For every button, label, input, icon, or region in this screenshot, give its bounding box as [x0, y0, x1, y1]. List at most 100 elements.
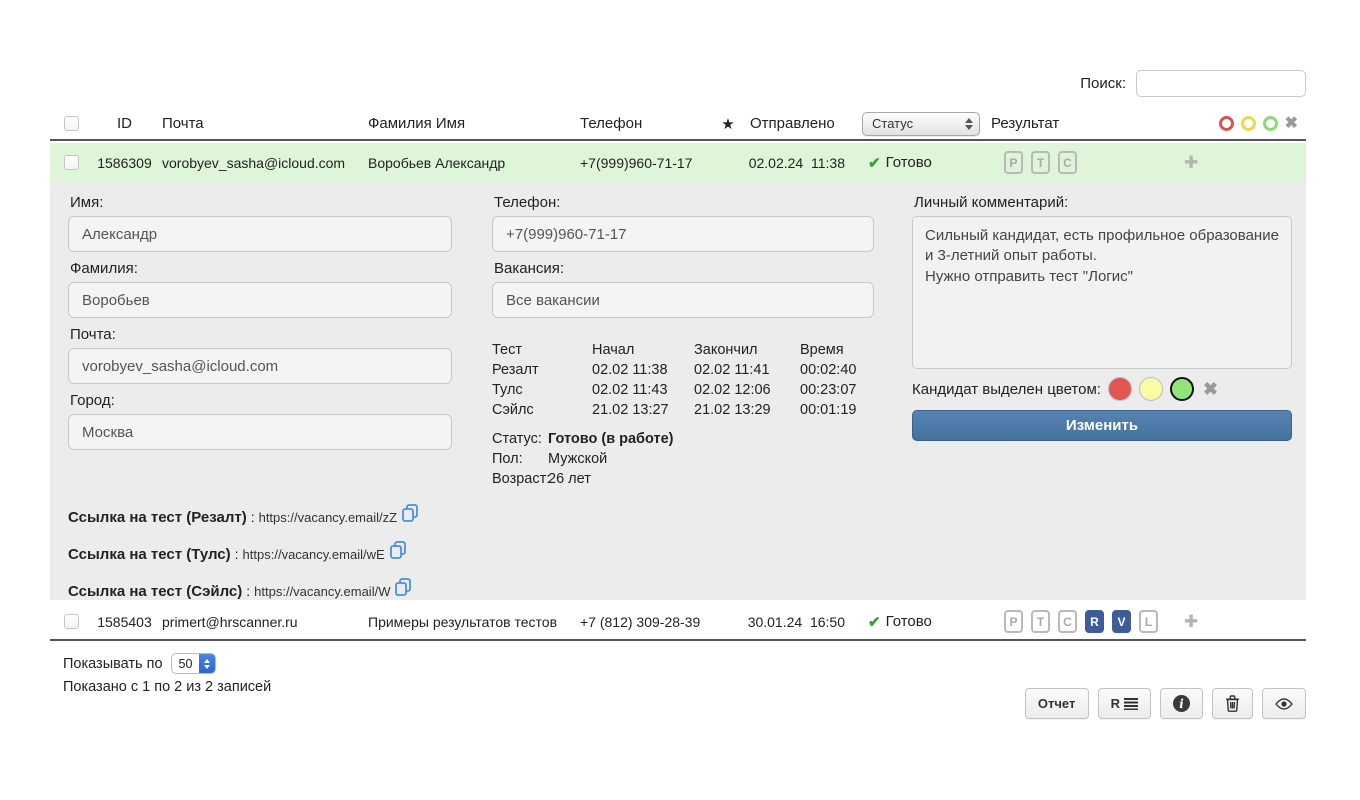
- header-id: ID: [92, 115, 157, 132]
- cell-id: 1585403: [92, 614, 157, 630]
- cell-name: Примеры результатов тестов: [362, 614, 574, 630]
- stepper-arrows-icon: [199, 653, 215, 674]
- test-link-sails: Ссылка на тест (Сэйлс) : https://vacancy…: [68, 580, 452, 602]
- doc-c-icon[interactable]: C: [1058, 610, 1077, 633]
- list-icon: [1124, 697, 1138, 710]
- candidate-row-1586309[interactable]: 1586309 vorobyev_sasha@icloud.com Воробь…: [50, 143, 1306, 182]
- color-filter-group: ✖: [1219, 116, 1306, 132]
- eye-icon: [1275, 698, 1293, 710]
- cell-phone: +7 (812) 309-28-39: [574, 614, 714, 630]
- star-icon[interactable]: ★: [714, 115, 742, 133]
- vacancy-field[interactable]: Все вакансии: [492, 282, 874, 318]
- status-filter-value: Статус: [872, 116, 913, 131]
- filter-yellow-circle[interactable]: [1241, 116, 1256, 131]
- detail-left-column: Имя: Александр Фамилия: Воробьев Почта: …: [68, 192, 452, 617]
- comment-textarea[interactable]: Сильный кандидат, есть профильное образо…: [912, 216, 1292, 369]
- status-value: Готово (в работе): [548, 431, 674, 447]
- name-field[interactable]: Александр: [68, 216, 452, 252]
- copy-icon[interactable]: [400, 503, 420, 523]
- mark-clear-icon[interactable]: ✖: [1203, 380, 1218, 398]
- doc-p-icon[interactable]: P: [1004, 151, 1023, 174]
- candidate-row-1585403[interactable]: 1585403 primert@hrscanner.ru Примеры рез…: [50, 604, 1306, 641]
- city-label: Город:: [70, 392, 452, 409]
- report-button[interactable]: Отчет: [1025, 688, 1089, 719]
- color-label: Кандидат выделен цветом:: [912, 381, 1101, 398]
- per-page-value: 50: [172, 657, 200, 671]
- email-field[interactable]: vorobyev_sasha@icloud.com: [68, 348, 452, 384]
- info-icon: i: [1173, 695, 1190, 712]
- cell-phone: +7(999)960-71-17: [574, 155, 714, 171]
- cell-email: primert@hrscanner.ru: [157, 614, 362, 630]
- tests-row-sails: Сэйлс 21.02 13:27 21.02 13:29 00:01:19: [492, 400, 874, 420]
- test-links: Ссылка на тест (Резалт) : https://vacanc…: [68, 506, 452, 602]
- age-value: 26 лет: [548, 471, 591, 487]
- delete-button[interactable]: [1212, 688, 1253, 719]
- candidate-meta: Статус:Готово (в работе) Пол:Мужской Воз…: [492, 429, 874, 489]
- tests-row-tuls: Тулс 02.02 11:43 02.02 12:06 00:23:07: [492, 380, 874, 400]
- add-test-icon[interactable]: ✚: [1184, 612, 1198, 632]
- gender-value: Мужской: [548, 451, 607, 467]
- doc-v-icon[interactable]: V: [1112, 610, 1131, 633]
- doc-t-icon[interactable]: T: [1031, 610, 1050, 633]
- copy-icon[interactable]: [388, 540, 408, 560]
- per-page-select[interactable]: 50: [171, 653, 217, 674]
- trash-icon: [1225, 695, 1240, 712]
- phone-label: Телефон:: [494, 194, 874, 211]
- status-ready: ✔ Готово: [854, 154, 984, 172]
- detail-right-column: Личный комментарий: Сильный кандидат, ес…: [912, 192, 1292, 441]
- search-input[interactable]: [1136, 70, 1306, 97]
- doc-p-icon[interactable]: P: [1004, 610, 1023, 633]
- copy-icon[interactable]: [393, 577, 413, 597]
- comment-label: Личный комментарий:: [914, 194, 1292, 211]
- status-filter-select[interactable]: Статус: [862, 112, 980, 136]
- link-label: Ссылка на тест (Сэйлс): [68, 583, 242, 600]
- doc-c-icon[interactable]: C: [1058, 151, 1077, 174]
- select-all-checkbox[interactable]: [64, 116, 79, 131]
- gender-label: Пол:: [492, 449, 548, 469]
- mark-yellow-circle[interactable]: [1139, 377, 1163, 401]
- action-buttons: Отчет R i: [1025, 688, 1306, 719]
- phone-field[interactable]: +7(999)960-71-17: [492, 216, 874, 252]
- cell-id: 1586309: [92, 155, 157, 171]
- link-url[interactable]: https://vacancy.email/W: [254, 584, 390, 599]
- cell-sent: 02.02.24 11:38: [742, 155, 854, 171]
- r-list-button[interactable]: R: [1098, 688, 1151, 719]
- name-label: Имя:: [70, 194, 452, 211]
- search-label: Поиск:: [1080, 75, 1126, 92]
- info-button[interactable]: i: [1160, 688, 1203, 719]
- link-url[interactable]: https://vacancy.email/wE: [243, 547, 385, 562]
- email-label: Почта:: [70, 326, 452, 343]
- candidate-management-page: Поиск: ID Почта Фамилия Имя Телефон ★ От…: [0, 0, 1360, 800]
- row-checkbox[interactable]: [64, 155, 79, 170]
- candidate-color-row: Кандидат выделен цветом: ✖: [912, 377, 1292, 401]
- vacancy-label: Вакансия:: [494, 260, 874, 277]
- filter-clear-icon[interactable]: ✖: [1285, 116, 1298, 132]
- test-link-tuls: Ссылка на тест (Тулс) : https://vacancy.…: [68, 543, 452, 565]
- filter-red-circle[interactable]: [1219, 116, 1234, 131]
- cell-email: vorobyev_sasha@icloud.com: [157, 155, 362, 171]
- mark-red-circle[interactable]: [1108, 377, 1132, 401]
- candidate-detail-panel: Имя: Александр Фамилия: Воробьев Почта: …: [50, 182, 1306, 600]
- filter-green-circle[interactable]: [1263, 116, 1278, 131]
- header-email: Почта: [157, 115, 362, 132]
- city-field[interactable]: Москва: [68, 414, 452, 450]
- records-info: Показано с 1 по 2 из 2 записей: [63, 679, 271, 695]
- link-url[interactable]: https://vacancy.email/zZ: [259, 510, 397, 525]
- doc-t-icon[interactable]: T: [1031, 151, 1050, 174]
- surname-field[interactable]: Воробьев: [68, 282, 452, 318]
- doc-r-icon[interactable]: R: [1085, 610, 1104, 633]
- add-test-icon[interactable]: ✚: [1184, 153, 1198, 173]
- header-name: Фамилия Имя: [362, 115, 574, 132]
- view-button[interactable]: [1262, 688, 1306, 719]
- row-checkbox[interactable]: [64, 614, 79, 629]
- doc-l-icon[interactable]: L: [1139, 610, 1158, 633]
- mark-green-circle-selected[interactable]: [1170, 377, 1194, 401]
- per-page-control: Показывать по 50: [63, 653, 216, 674]
- table-header: ID Почта Фамилия Имя Телефон ★ Отправлен…: [50, 108, 1306, 141]
- status-text: Готово: [886, 154, 932, 171]
- select-arrows-icon: [965, 118, 973, 130]
- status-text: Готово: [886, 613, 932, 630]
- edit-button[interactable]: Изменить: [912, 410, 1292, 441]
- test-doc-icons: P T C: [984, 151, 1077, 174]
- check-icon: ✔: [868, 154, 881, 172]
